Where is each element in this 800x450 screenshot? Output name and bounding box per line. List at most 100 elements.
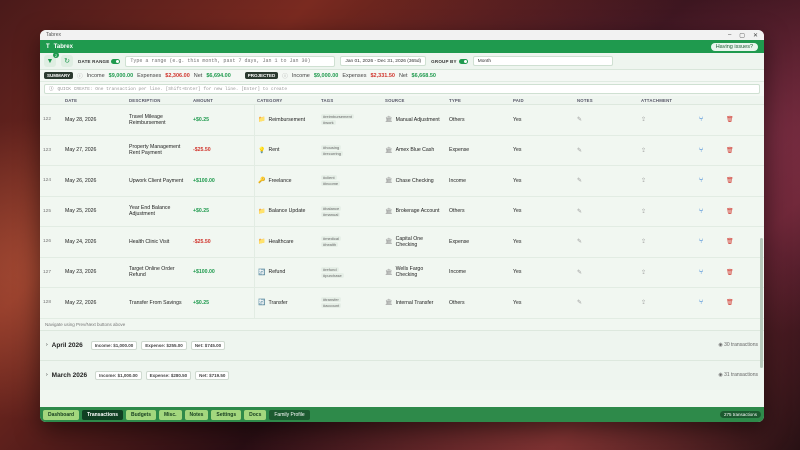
maximize-button[interactable]: ▢	[739, 32, 745, 39]
having-issues-button[interactable]: Having issues?	[710, 42, 758, 51]
amount-cell[interactable]: +$100.00	[190, 178, 254, 184]
category-cell[interactable]: 🔑 Freelance	[254, 166, 318, 196]
category-cell[interactable]: 🔄 Refund	[254, 257, 318, 287]
date-cell[interactable]: May 24, 2026	[62, 239, 126, 245]
close-button[interactable]: ✕	[753, 32, 758, 39]
table-row[interactable]: 128 May 22, 2026 Transfer From Savings +$0.…	[40, 288, 764, 319]
tab-dashboard[interactable]: Dashboard	[43, 409, 80, 420]
table-row[interactable]: 125 May 25, 2026 Year End Balance Adjustme…	[40, 196, 764, 227]
date-cell[interactable]: May 26, 2026	[62, 178, 126, 184]
amount-cell[interactable]: -$25.50	[190, 147, 254, 153]
date-cell[interactable]: May 27, 2026	[62, 147, 126, 153]
notes-icon[interactable]: ✎	[574, 116, 638, 123]
tab-notes[interactable]: Notes	[184, 409, 209, 420]
trash-icon[interactable]: 🗑	[723, 208, 750, 215]
trash-icon[interactable]: 🗑	[723, 147, 750, 154]
category-cell[interactable]: 💡 Rent	[254, 135, 318, 165]
paid-cell[interactable]: Yes	[510, 178, 574, 184]
group-by-toggle[interactable]	[458, 58, 468, 64]
source-cell[interactable]: 🏛 Amex Blue Cash	[382, 147, 446, 154]
description-cell[interactable]: Transfer From Savings	[126, 300, 190, 306]
description-cell[interactable]: Year End Balance Adjustment	[126, 205, 190, 217]
type-cell[interactable]: Expense	[446, 239, 510, 245]
notes-icon[interactable]: ✎	[574, 269, 638, 276]
paid-cell[interactable]: Yes	[510, 300, 574, 306]
tags-cell[interactable]: #transfer #account	[318, 297, 382, 309]
month-group-row[interactable]: › April 2026 Income: $1,000.00 Expense: $25…	[40, 329, 764, 360]
scrollbar[interactable]	[760, 238, 763, 368]
paid-cell[interactable]: Yes	[510, 269, 574, 275]
paid-cell[interactable]: Yes	[510, 117, 574, 123]
notes-icon[interactable]: ✎	[574, 177, 638, 184]
amount-cell[interactable]: +$0.25	[190, 208, 254, 214]
paid-cell[interactable]: Yes	[510, 208, 574, 214]
split-icon[interactable]: ⑂	[696, 299, 723, 306]
notes-icon[interactable]: ✎	[574, 208, 638, 215]
table-row[interactable]: 124 May 26, 2026 Upwork Client Payment +$10…	[40, 166, 764, 197]
table-row[interactable]: 123 May 27, 2026 Property Management Rent …	[40, 135, 764, 166]
amount-cell[interactable]: +$0.25	[190, 300, 254, 306]
date-range-toggle[interactable]	[111, 58, 121, 64]
tab-budgets[interactable]: Budgets	[125, 409, 156, 420]
tab-transactions[interactable]: Transactions	[82, 409, 123, 420]
source-cell[interactable]: 🏛 Capital One Checking	[382, 236, 446, 248]
trash-icon[interactable]: 🗑	[723, 116, 750, 123]
description-cell[interactable]: Property Management Rent Payment	[126, 144, 190, 156]
split-icon[interactable]: ⑂	[696, 147, 723, 154]
tags-cell[interactable]: #reimbursement #work	[318, 114, 382, 126]
minimize-button[interactable]: –	[728, 32, 731, 39]
tab-docs[interactable]: Docs	[244, 409, 267, 420]
trash-icon[interactable]: 🗑	[723, 269, 750, 276]
date-range-input[interactable]	[125, 55, 336, 67]
type-cell[interactable]: Expense	[446, 147, 510, 153]
upload-icon[interactable]: ⇪	[638, 238, 696, 245]
filter-button[interactable]: ▼ 2	[44, 52, 59, 67]
paid-cell[interactable]: Yes	[510, 147, 574, 153]
type-cell[interactable]: Others	[446, 208, 510, 214]
date-cell[interactable]: May 25, 2026	[62, 208, 126, 214]
amount-cell[interactable]: +$100.00	[190, 269, 254, 275]
split-icon[interactable]: ⑂	[696, 208, 723, 215]
date-cell[interactable]: May 23, 2026	[62, 269, 126, 275]
tags-cell[interactable]: #medical #health	[318, 236, 382, 248]
source-cell[interactable]: 🏛 Manual Adjustment	[382, 116, 446, 124]
tags-cell[interactable]: #refund #purchase	[318, 266, 382, 278]
table-row[interactable]: 122 May 28, 2026 Travel Mileage Reimbursem…	[40, 105, 764, 136]
source-cell[interactable]: 🏛 Brokerage Account	[382, 208, 446, 215]
category-cell[interactable]: 🔄 Transfer	[254, 288, 318, 318]
trash-icon[interactable]: 🗑	[723, 299, 750, 306]
tags-cell[interactable]: #client #income	[318, 175, 382, 187]
tab-misc[interactable]: Misc.	[158, 409, 182, 420]
split-icon[interactable]: ⑂	[696, 269, 723, 276]
upload-icon[interactable]: ⇪	[638, 147, 696, 154]
description-cell[interactable]: Target Online Order Refund	[126, 266, 190, 278]
description-cell[interactable]: Upwork Client Payment	[126, 178, 190, 184]
group-by-select[interactable]: Month	[472, 56, 613, 66]
description-cell[interactable]: Health Clinic Visit	[126, 239, 190, 245]
paid-cell[interactable]: Yes	[510, 239, 574, 245]
chevron-right-icon[interactable]: ›	[46, 342, 48, 348]
table-row[interactable]: 126 May 24, 2026 Health Clinic Visit -$25.5…	[40, 227, 764, 258]
month-group-row[interactable]: › March 2026 Income: $1,000.00 Expense: $28…	[40, 359, 764, 390]
type-cell[interactable]: Others	[446, 300, 510, 306]
split-icon[interactable]: ⑂	[696, 238, 723, 245]
upload-icon[interactable]: ⇪	[638, 269, 696, 276]
date-range-value[interactable]: Jan 01, 2026 - Dec 31, 2026 (365d)	[340, 56, 427, 66]
type-cell[interactable]: Others	[446, 117, 510, 123]
upload-icon[interactable]: ⇪	[638, 116, 696, 123]
trash-icon[interactable]: 🗑	[723, 177, 750, 184]
tags-cell[interactable]: #housing #recurring	[318, 144, 382, 156]
source-cell[interactable]: 🏛 Wells Fargo Checking	[382, 266, 446, 278]
date-cell[interactable]: May 22, 2026	[62, 300, 126, 306]
tab-settings[interactable]: Settings	[211, 409, 242, 420]
type-cell[interactable]: Income	[446, 269, 510, 275]
notes-icon[interactable]: ✎	[574, 238, 638, 245]
amount-cell[interactable]: +$0.25	[190, 117, 254, 123]
upload-icon[interactable]: ⇪	[638, 299, 696, 306]
split-icon[interactable]: ⑂	[696, 177, 723, 184]
tags-cell[interactable]: #balance #manual	[318, 205, 382, 217]
trash-icon[interactable]: 🗑	[723, 238, 750, 245]
refresh-button[interactable]: ↻	[61, 55, 73, 67]
category-cell[interactable]: 📁 Balance Update	[254, 196, 318, 226]
category-cell[interactable]: 📁 Reimbursement	[254, 105, 318, 135]
